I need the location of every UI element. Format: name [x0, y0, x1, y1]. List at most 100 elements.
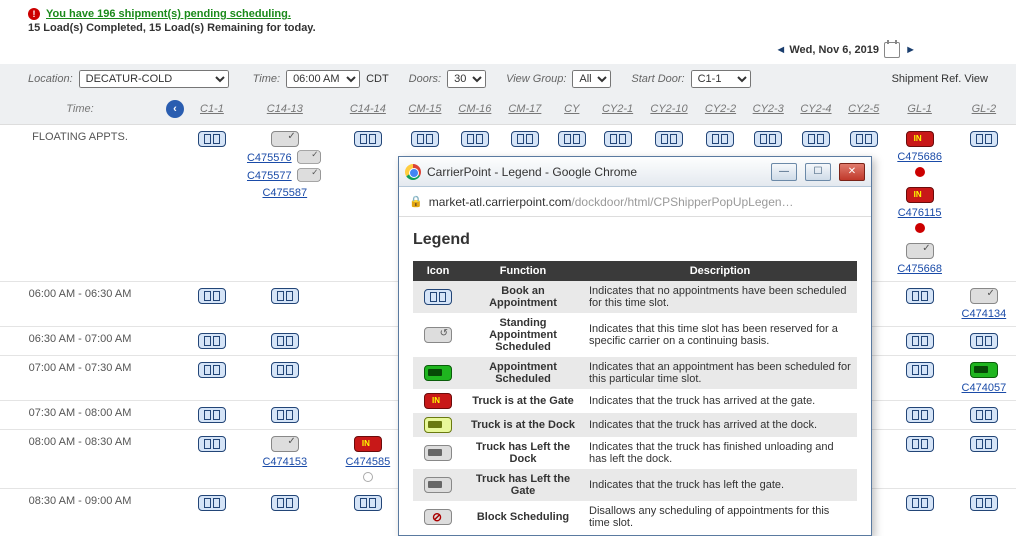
book-icon[interactable] — [970, 333, 998, 349]
close-button[interactable]: ✕ — [839, 163, 865, 181]
book-icon[interactable] — [198, 362, 226, 378]
col-cy2-3[interactable]: CY2-3 — [753, 103, 784, 115]
legend-fn: Truck has Left the Gate — [463, 469, 583, 501]
shipment-link[interactable]: C476115 — [898, 207, 942, 219]
book-icon[interactable] — [411, 131, 439, 147]
col-cy2-4[interactable]: CY2-4 — [800, 103, 831, 115]
book-icon[interactable] — [850, 131, 878, 147]
col-gl-1[interactable]: GL-1 — [907, 103, 931, 115]
lock-icon: 🔒 — [409, 195, 423, 208]
legend-fn: Block Scheduling — [463, 501, 583, 533]
minimize-button[interactable]: — — [771, 163, 797, 181]
location-label: Location: — [28, 73, 73, 85]
row-0600: 06:00 AM - 06:30 AM — [0, 282, 160, 327]
col-cy2-1[interactable]: CY2-1 — [602, 103, 633, 115]
book-icon[interactable] — [354, 495, 382, 511]
book-icon[interactable] — [802, 131, 830, 147]
book-icon[interactable] — [461, 131, 489, 147]
legend-desc: Indicates that the truck has arrived at … — [583, 413, 857, 437]
standing-icon[interactable] — [297, 150, 321, 164]
standing-icon[interactable] — [970, 288, 998, 304]
timezone-label: CDT — [366, 73, 389, 85]
book-icon[interactable] — [906, 288, 934, 304]
book-icon[interactable] — [706, 131, 734, 147]
location-select[interactable]: DECATUR-COLD — [79, 70, 229, 88]
viewgroup-select[interactable]: All — [572, 70, 611, 88]
nav-prev-icon[interactable]: ‹ — [166, 100, 184, 118]
shipment-link[interactable]: C474057 — [962, 382, 1007, 394]
truck-gate-icon[interactable] — [354, 436, 382, 452]
row-0800: 08:00 AM - 08:30 AM — [0, 430, 160, 489]
col-gl-2[interactable]: GL-2 — [972, 103, 996, 115]
truck-gate-icon[interactable] — [906, 131, 934, 147]
book-icon[interactable] — [906, 407, 934, 423]
col-c14-14[interactable]: C14-14 — [350, 103, 386, 115]
doors-select[interactable]: 30 — [447, 70, 486, 88]
book-icon[interactable] — [271, 333, 299, 349]
legend-desc: Indicates that this time slot has been r… — [583, 313, 857, 357]
col-cm-17[interactable]: CM-17 — [508, 103, 541, 115]
book-icon[interactable] — [970, 495, 998, 511]
book-icon[interactable] — [906, 495, 934, 511]
book-icon[interactable] — [906, 362, 934, 378]
standing-icon — [424, 327, 452, 343]
book-icon[interactable] — [198, 436, 226, 452]
book-icon[interactable] — [970, 131, 998, 147]
shipment-link[interactable]: C474153 — [262, 456, 307, 468]
shipment-link[interactable]: C475577 — [247, 170, 292, 182]
book-icon[interactable] — [655, 131, 683, 147]
book-icon[interactable] — [906, 333, 934, 349]
book-icon[interactable] — [271, 407, 299, 423]
standing-icon[interactable] — [271, 436, 299, 452]
col-cy[interactable]: CY — [564, 103, 579, 115]
startdoor-select[interactable]: C1-1 — [691, 70, 751, 88]
shipment-link[interactable]: C475668 — [897, 263, 942, 275]
book-icon[interactable] — [198, 333, 226, 349]
shipment-link[interactable]: C475686 — [897, 151, 942, 163]
book-icon[interactable] — [604, 131, 632, 147]
calendar-icon[interactable] — [884, 42, 900, 58]
standing-icon[interactable] — [271, 131, 299, 147]
book-icon[interactable] — [271, 288, 299, 304]
standing-icon[interactable] — [906, 243, 934, 259]
next-day-button[interactable]: ► — [905, 44, 916, 56]
maximize-button[interactable]: ☐ — [805, 163, 831, 181]
shipment-link[interactable]: C475576 — [247, 152, 292, 164]
col-cy2-5[interactable]: CY2-5 — [848, 103, 879, 115]
col-cm-15[interactable]: CM-15 — [408, 103, 441, 115]
col-cm-16[interactable]: CM-16 — [458, 103, 491, 115]
book-icon[interactable] — [970, 436, 998, 452]
pending-shipments-link[interactable]: You have 196 shipment(s) pending schedul… — [46, 8, 291, 20]
book-icon[interactable] — [754, 131, 782, 147]
legend-fn: Book an Appointment — [463, 281, 583, 313]
standing-icon[interactable] — [297, 168, 321, 182]
appt-scheduled-icon[interactable] — [970, 362, 998, 378]
book-icon[interactable] — [511, 131, 539, 147]
truck-gate-icon[interactable] — [906, 187, 934, 203]
book-icon[interactable] — [198, 131, 226, 147]
col-c1-1[interactable]: C1-1 — [200, 103, 224, 115]
prev-day-button[interactable]: ◄ — [775, 44, 786, 56]
legend-desc: Disallows any scheduling of appointments… — [583, 501, 857, 533]
col-cy2-10[interactable]: CY2-10 — [650, 103, 687, 115]
shipment-ref-view[interactable]: Shipment Ref. View — [892, 73, 988, 85]
time-select[interactable]: 06:00 AM — [286, 70, 360, 88]
col-cy2-2[interactable]: CY2-2 — [705, 103, 736, 115]
book-icon[interactable] — [558, 131, 586, 147]
book-icon[interactable] — [906, 436, 934, 452]
truck-left-dock-icon — [424, 445, 452, 461]
book-icon[interactable] — [271, 495, 299, 511]
legend-heading: Legend — [413, 231, 857, 249]
alert-dot-icon — [915, 223, 925, 233]
book-icon[interactable] — [198, 495, 226, 511]
col-c14-13[interactable]: C14-13 — [267, 103, 303, 115]
book-icon[interactable] — [970, 407, 998, 423]
shipment-link[interactable]: C474134 — [962, 308, 1007, 320]
book-icon[interactable] — [271, 362, 299, 378]
viewgroup-label: View Group: — [506, 73, 566, 85]
shipment-link[interactable]: C474585 — [346, 456, 391, 468]
book-icon[interactable] — [198, 407, 226, 423]
book-icon[interactable] — [198, 288, 226, 304]
book-icon[interactable] — [354, 131, 382, 147]
shipment-link[interactable]: C475587 — [262, 187, 307, 199]
